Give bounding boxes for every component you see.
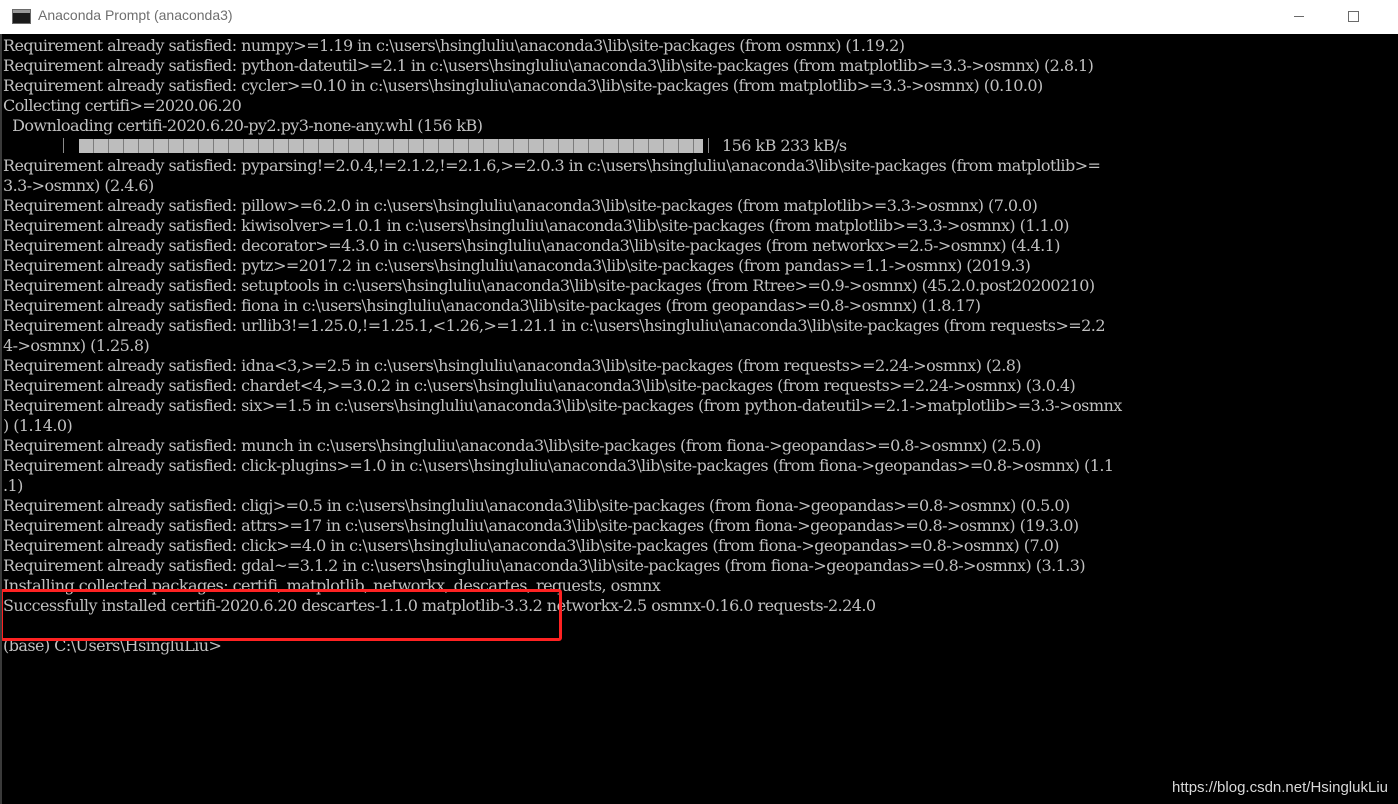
progress-text: 156 kB 233 kB/s (722, 136, 847, 155)
console-line: Requirement already satisfied: chardet<4… (3, 376, 1076, 395)
window-title: Anaconda Prompt (anaconda3) (38, 7, 233, 23)
console-line: Downloading certifi-2020.6.20-py2.py3-no… (3, 116, 483, 135)
console-line: (base) C:\Users\HsingluLiu> (3, 636, 222, 655)
console-line: Requirement already satisfied: fiona in … (3, 296, 981, 315)
anaconda-prompt-window: Anaconda Prompt (anaconda3) Requirement … (0, 0, 1398, 804)
watermark: https://blog.csdn.net/HsinglukLiu (1172, 779, 1388, 796)
console-line: Installing collected packages: certifi, … (3, 576, 661, 595)
console-line: Requirement already satisfied: attrs>=17… (3, 516, 1079, 535)
maximize-icon (1348, 11, 1359, 22)
minimize-icon (1294, 16, 1304, 17)
console-line: Requirement already satisfied: pillow>=6… (3, 196, 1038, 215)
console-line: Requirement already satisfied: pyparsing… (3, 156, 1101, 175)
console-line: Requirement already satisfied: urllib3!=… (3, 316, 1106, 335)
console-line: .1) (3, 476, 23, 495)
console-line: Successfully installed certifi-2020.6.20… (3, 596, 876, 615)
maximize-button[interactable] (1330, 0, 1376, 32)
console-line: Requirement already satisfied: click>=4.… (3, 536, 1059, 555)
console-line: Requirement already satisfied: six>=1.5 … (3, 396, 1122, 415)
console-line: Requirement already satisfied: cligj>=0.… (3, 496, 1070, 515)
console-line: Requirement already satisfied: setuptool… (3, 276, 1095, 295)
console-line: 3.3->osmnx) (2.4.6) (3, 176, 154, 195)
console-line: Requirement already satisfied: kiwisolve… (3, 216, 1070, 235)
console-lines: Requirement already satisfied: numpy>=1.… (3, 36, 1122, 656)
console-line: Requirement already satisfied: idna<3,>=… (3, 356, 1022, 375)
console-line: Requirement already satisfied: gdal~=3.1… (3, 556, 1086, 575)
console-line: Collecting certifi>=2020.06.20 (3, 96, 242, 115)
console-line: Requirement already satisfied: click-plu… (3, 456, 1114, 475)
progress-bar-fill (79, 139, 703, 153)
console-line: Requirement already satisfied: cycler>=0… (3, 76, 1043, 95)
console-line: 4->osmnx) (1.25.8) (3, 336, 150, 355)
console-line: ) (1.14.0) (3, 416, 73, 435)
console-icon (12, 9, 31, 24)
console-line: Requirement already satisfied: pytz>=201… (3, 256, 1031, 275)
download-progress: 156 kB 233 kB/s (3, 136, 1122, 156)
console-line: Requirement already satisfied: numpy>=1.… (3, 36, 905, 55)
title-bar[interactable]: Anaconda Prompt (anaconda3) (0, 0, 1398, 34)
console-output[interactable]: Requirement already satisfied: numpy>=1.… (0, 34, 1398, 804)
console-line: Requirement already satisfied: decorator… (3, 236, 1061, 255)
console-line: Requirement already satisfied: munch in … (3, 436, 1041, 455)
minimize-button[interactable] (1276, 0, 1322, 32)
window-border (0, 34, 2, 804)
console-line: Requirement already satisfied: python-da… (3, 56, 1094, 75)
